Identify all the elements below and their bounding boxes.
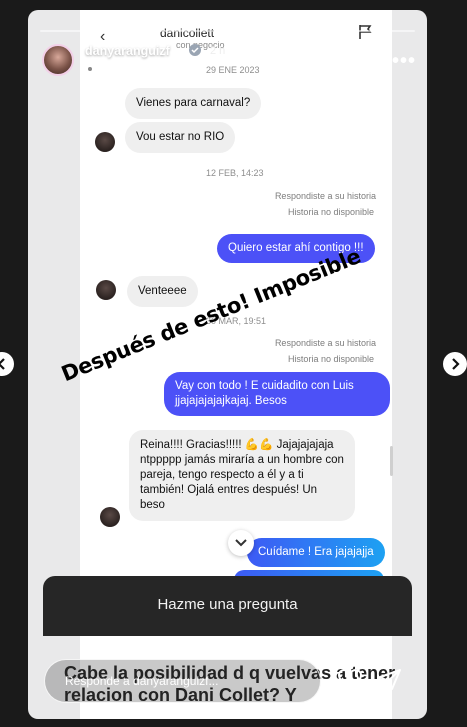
story-username[interactable]: danyaranguizf <box>85 44 170 58</box>
message-incoming: Vienes para carnaval? <box>125 88 262 119</box>
translate-icon <box>85 64 95 74</box>
reply-input[interactable]: Responde a danyaranguizf... <box>44 659 321 703</box>
sender-avatar <box>100 507 120 527</box>
story-header: danyaranguizf 2 h Ver traducción ••• <box>42 42 415 82</box>
more-icon[interactable]: ••• <box>392 50 416 73</box>
message-incoming: Reina!!!! Gracias!!!!! 💪💪 Jajajajajaja n… <box>129 430 355 521</box>
date-header: 29 ENE 2023 <box>206 65 260 75</box>
message-incoming: Venteeee <box>127 276 198 307</box>
reply-note: Respondiste a su historia <box>274 191 376 201</box>
sender-avatar <box>96 280 116 300</box>
scroll-down-button[interactable] <box>228 530 254 556</box>
story-time: 2 h <box>210 45 226 57</box>
verified-icon <box>189 44 201 56</box>
date-header: 12 FEB, 14:23 <box>206 168 264 178</box>
reply-placeholder: Responde a danyaranguizf... <box>65 674 219 688</box>
play-icon[interactable] <box>360 50 374 66</box>
chevron-right-icon <box>452 358 460 370</box>
sender-avatar <box>95 132 115 152</box>
reply-note: Historia no disponible <box>287 354 374 364</box>
message-outgoing: Cuídame ! Era jajajajja <box>247 538 385 567</box>
question-title: Hazme una pregunta <box>157 596 298 613</box>
reply-note: Respondiste a su historia <box>274 338 376 348</box>
heart-icon[interactable] <box>338 669 362 691</box>
scrollbar-indicator <box>390 446 393 476</box>
avatar[interactable] <box>42 44 74 76</box>
dm-header-name: danicollett <box>160 26 215 40</box>
story-progress-bar <box>40 30 415 32</box>
previous-story-button[interactable] <box>0 352 14 376</box>
message-outgoing: Vay con todo ! E cuidadito con Luis jjaj… <box>164 372 390 416</box>
flag-icon <box>359 25 372 39</box>
chevron-left-icon <box>0 358 5 370</box>
message-incoming: Vou estar no RIO <box>125 122 236 153</box>
chevron-down-icon <box>235 539 247 547</box>
next-story-button[interactable] <box>443 352 467 376</box>
reply-note: Historia no disponible <box>287 207 374 217</box>
translate-label: Ver traducción <box>100 63 171 75</box>
send-icon[interactable] <box>378 668 402 692</box>
translate-link[interactable]: Ver traducción <box>85 63 170 75</box>
question-sticker[interactable]: Hazme una pregunta <box>43 576 412 636</box>
